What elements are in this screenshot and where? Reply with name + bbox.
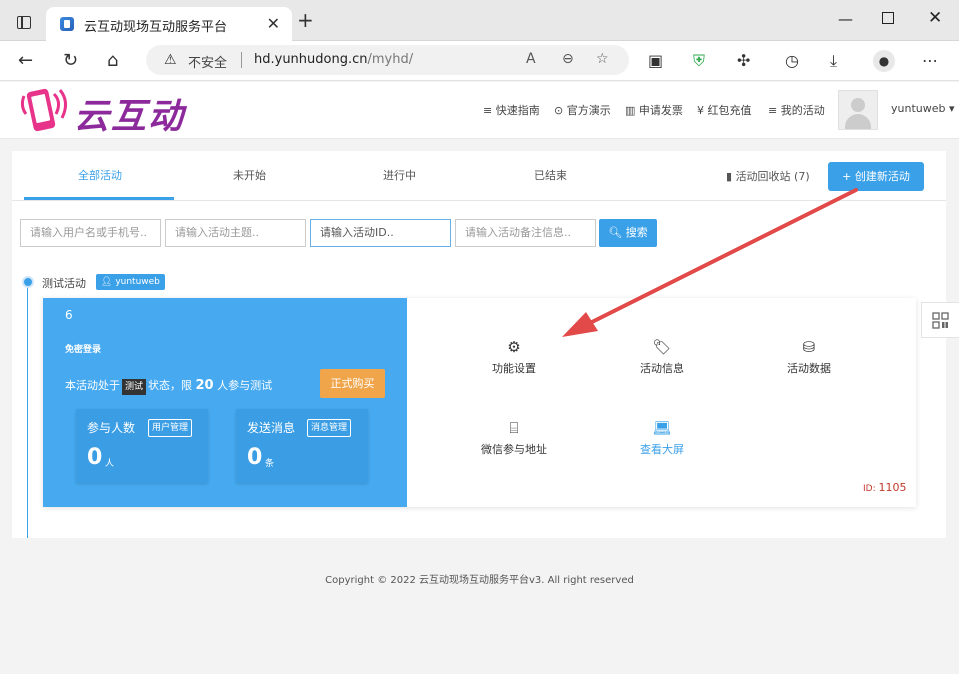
activity-group-name: 测试活动 [42,277,86,290]
url-text[interactable]: hd.yunhudong.cn/myhd/ [254,52,413,67]
read-aloud-icon[interactable]: A [526,51,536,67]
search-title-input[interactable]: 请输入活动主题.. [165,219,306,247]
insecure-label: 不安全 [188,56,228,71]
site-header: 云互动 ≡ 快速指南 ⊙ 官方演示 ▥ 申请发票 ¥ 红包充值 ≡ 我的活动 y… [0,82,959,139]
buy-button[interactable]: 正式购买 [320,369,385,398]
search-icon: 🔍︎ [608,226,623,239]
favicon-icon [60,17,74,31]
nav-redpacket[interactable]: ¥ 红包充值 [697,102,752,118]
search-button[interactable]: 🔍︎ 搜索 [599,219,657,247]
recycle-bin-link[interactable]: ▮ 活动回收站 (7) [726,168,810,184]
trash-icon: ▮ [726,170,733,183]
function-settings[interactable]: ⚙ 功能设置 [459,334,569,376]
refresh-icon[interactable]: ↻ [63,51,78,71]
zoom-icon[interactable]: ⊖ [562,51,574,67]
participants-box: 参与人数 用户管理 0 人 [76,409,208,483]
participants-value: 0 [87,445,103,470]
home-icon[interactable]: ⌂ [107,51,118,71]
browser-tab[interactable]: 云互动现场互动服务平台 ✕ [46,7,292,41]
participants-label: 参与人数 [87,421,136,435]
window-close-icon[interactable]: ✕ [928,8,942,28]
puzzle-icon[interactable]: ✣ [737,51,750,70]
participants-unit: 人 [105,459,115,469]
logo-text: 云互动 [74,97,186,137]
browser-tabbar: 云互动现场互动服务平台 ✕ + — ✕ [0,0,959,41]
user-icon: 👤︎ [101,277,113,287]
footer-copyright: Copyright © 2022 云互动现场互动服务平台v3. All righ… [325,575,634,586]
tab-ended[interactable]: 已结束 [534,167,567,183]
minimize-icon[interactable]: — [838,10,853,28]
avatar[interactable] [838,90,878,130]
active-tab-indicator [24,197,174,200]
content-card: 全部活动 未开始 进行中 已结束 ▮ 活动回收站 (7) + 创建新活动 请输入… [12,151,946,538]
tab-all[interactable]: 全部活动 [78,167,122,183]
profile-icon[interactable]: ● [873,50,895,72]
tab-not-started[interactable]: 未开始 [233,167,266,183]
shield-icon[interactable]: ⛨ [693,51,705,71]
messages-box: 发送消息 消息管理 0 条 [236,409,368,483]
nav-invoice[interactable]: ▥ 申请发票 [625,102,683,118]
tab-actions-icon[interactable] [17,16,31,29]
messages-value: 0 [247,445,263,470]
new-tab-button[interactable]: + [297,10,314,30]
address-bar[interactable]: ⚠ 不安全 hd.yunhudong.cn/myhd/ A ⊖ ☆ [146,45,629,75]
activity-status: 本活动处于 测试 状态，限 20 人参与测试 [65,378,273,395]
browser-toolbar: ← ↻ ⌂ ⚠ 不安全 hd.yunhudong.cn/myhd/ A ⊖ ☆ … [0,41,959,81]
search-id-input[interactable]: 请输入活动ID.. [310,219,451,247]
tab-title: 云互动现场互动服务平台 [84,20,228,35]
favorite-icon[interactable]: ☆ [596,51,609,67]
history-icon[interactable]: ◷ [785,51,799,70]
url-separator [241,52,242,68]
gear-icon: ⚙ [507,338,521,356]
activity-name: 免密登录 [65,345,102,355]
download-icon[interactable]: ⤓ [830,51,837,71]
test-badge: 测试 [122,379,147,395]
activity-number: 6 [65,308,73,322]
page: 云互动 ≡ 快速指南 ⊙ 官方演示 ▥ 申请发票 ¥ 红包充值 ≡ 我的活动 y… [0,82,959,674]
search-username-input[interactable]: 请输入用户名或手机号.. [20,219,161,247]
tag-icon: 🏷︎ [652,338,672,356]
function-wechat-url[interactable]: ⌸ 微信参与地址 [459,415,569,457]
phone-logo-icon [20,88,67,132]
scan-icon: ⌸ [509,419,519,437]
more-icon[interactable]: ⋯ [922,51,938,70]
tab-close-icon[interactable]: ✕ [267,14,280,33]
nav-my-activities[interactable]: ≡ 我的活动 [768,102,825,118]
function-activity-data[interactable]: ⛁ 活动数据 [754,334,864,376]
messages-label: 发送消息 [247,421,296,435]
message-management-button[interactable]: 消息管理 [307,419,352,437]
timeline-line [27,283,28,538]
nav-official-demo[interactable]: ⊙ 官方演示 [554,102,611,118]
logo[interactable]: 云互动 [18,84,208,137]
create-activity-button[interactable]: + 创建新活动 [828,162,924,191]
activity-card: 6 免密登录 本活动处于 测试 状态，限 20 人参与测试 正式购买 参与人数 用户… [43,298,916,507]
username-dropdown[interactable]: yuntuweb ▾ [891,102,955,115]
side-qr-button[interactable] [921,302,959,338]
warning-icon: ⚠ [164,52,177,68]
back-icon[interactable]: ← [18,51,33,71]
nav-quick-guide[interactable]: ≡ 快速指南 [483,102,540,118]
database-icon: ⛁ [802,338,816,356]
timeline-dot [22,276,34,288]
tabs-row: 全部活动 未开始 进行中 已结束 ▮ 活动回收站 (7) + 创建新活动 [12,151,946,201]
function-view-screen[interactable]: 💻︎ 查看大屏 [607,415,717,457]
owner-badge: 👤︎ yuntuweb [96,274,165,290]
function-activity-info[interactable]: 🏷︎ 活动信息 [607,334,717,376]
messages-unit: 条 [265,459,275,469]
search-note-input[interactable]: 请输入活动备注信息.. [455,219,596,247]
tab-ongoing[interactable]: 进行中 [383,167,416,183]
user-management-button[interactable]: 用户管理 [148,419,193,437]
activity-summary: 6 免密登录 本活动处于 测试 状态，限 20 人参与测试 正式购买 参与人数 用户… [43,298,407,507]
qr-icon [932,312,949,329]
maximize-icon[interactable] [882,12,894,24]
extension-icon[interactable]: ▣ [648,51,663,70]
activity-id: ID: 1105 [863,481,907,494]
laptop-icon: 💻︎ [652,419,672,437]
